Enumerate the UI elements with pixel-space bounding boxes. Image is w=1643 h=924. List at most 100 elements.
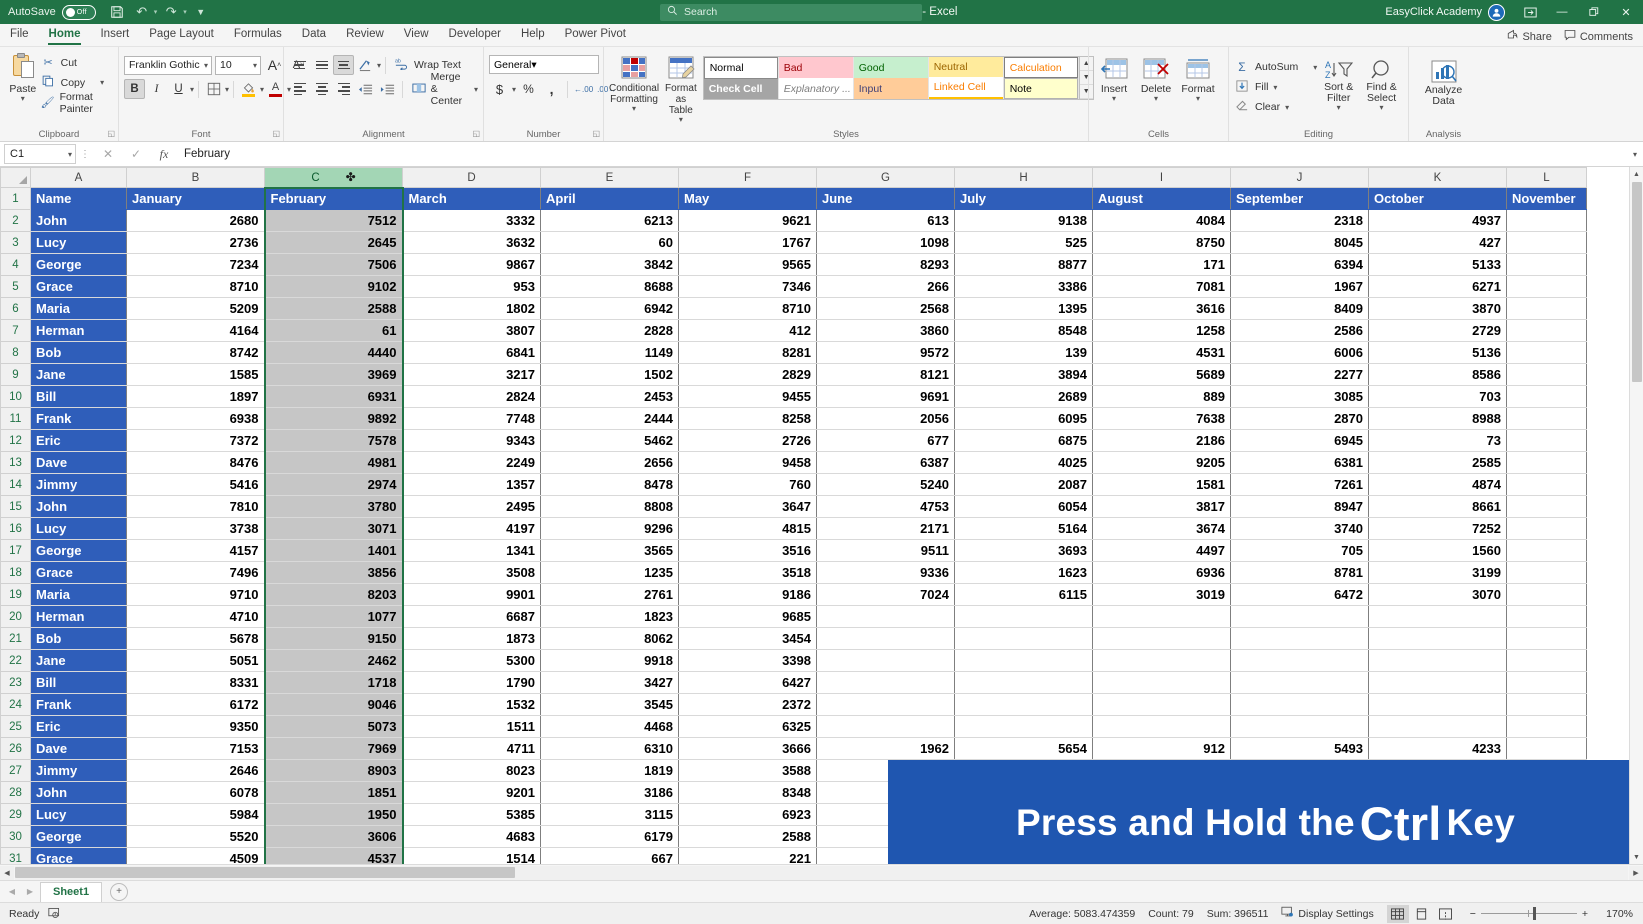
horizontal-scroll-thumb[interactable]: [15, 866, 515, 878]
cell-D8[interactable]: 6841: [402, 341, 541, 364]
cell-J16[interactable]: 3740: [1230, 517, 1369, 540]
increase-indent-button[interactable]: [377, 79, 398, 99]
cell-C9[interactable]: 3969: [263, 363, 404, 386]
cell-I26[interactable]: 912: [1092, 737, 1231, 760]
cell-A27[interactable]: Jimmy: [30, 759, 127, 782]
percent-button[interactable]: %: [518, 79, 539, 99]
cell-A3[interactable]: Lucy: [30, 231, 127, 254]
cell-C31[interactable]: 4537: [263, 847, 404, 864]
cell-D14[interactable]: 1357: [402, 473, 541, 496]
orientation-dropdown-icon[interactable]: ▾: [377, 61, 381, 69]
cell-I10[interactable]: 889: [1092, 385, 1231, 408]
font-name-combo[interactable]: Franklin Gothic Mc ▾: [124, 55, 212, 75]
cell-E8[interactable]: 1149: [540, 341, 679, 364]
copy-dropdown-icon[interactable]: ▾: [100, 79, 104, 87]
cell-L21[interactable]: [1506, 627, 1587, 650]
cell-L13[interactable]: [1506, 451, 1587, 474]
fill-color-dropdown-icon[interactable]: ▾: [260, 85, 264, 93]
autosave-toggle[interactable]: Off: [61, 4, 96, 20]
tab-insert[interactable]: Insert: [90, 23, 139, 46]
cell-C8[interactable]: 4440: [263, 341, 404, 364]
tab-developer[interactable]: Developer: [439, 23, 511, 46]
cell-J4[interactable]: 6394: [1230, 253, 1369, 276]
cell-C17[interactable]: 1401: [263, 539, 404, 562]
cell-L24[interactable]: [1506, 693, 1587, 716]
cell-I9[interactable]: 5689: [1092, 363, 1231, 386]
cell-A26[interactable]: Dave: [30, 737, 127, 760]
cell-K13[interactable]: 2585: [1368, 451, 1507, 474]
cell-A20[interactable]: Herman: [30, 605, 127, 628]
tab-file[interactable]: File: [0, 23, 39, 46]
vertical-scrollbar[interactable]: ▲ ▼: [1629, 167, 1643, 864]
cell-K24[interactable]: [1368, 693, 1507, 716]
cell-G11[interactable]: 2056: [816, 407, 955, 430]
page-break-preview-button[interactable]: [1435, 905, 1457, 923]
cell-B6[interactable]: 5209: [126, 297, 265, 320]
cell-C6[interactable]: 2588: [263, 297, 404, 320]
cell-D20[interactable]: 6687: [402, 605, 541, 628]
cell-A6[interactable]: Maria: [30, 297, 127, 320]
cell-C18[interactable]: 3856: [263, 561, 404, 584]
cell-H6[interactable]: 1395: [954, 297, 1093, 320]
zoom-in-button[interactable]: +: [1582, 908, 1588, 920]
cell-H4[interactable]: 8877: [954, 253, 1093, 276]
cell-J2[interactable]: 2318: [1230, 209, 1369, 232]
style-bad[interactable]: Bad: [778, 57, 853, 78]
column-header-K[interactable]: K: [1368, 167, 1507, 188]
cell-G6[interactable]: 2568: [816, 297, 955, 320]
cell-H15[interactable]: 6054: [954, 495, 1093, 518]
merge-center-dropdown-icon[interactable]: ▾: [474, 85, 478, 93]
cell-A7[interactable]: Herman: [30, 319, 127, 342]
cell-C11[interactable]: 9892: [263, 407, 404, 430]
cell-H17[interactable]: 3693: [954, 539, 1093, 562]
row-header-18[interactable]: 18: [0, 561, 31, 584]
style-good[interactable]: Good: [853, 57, 928, 78]
align-right-button[interactable]: [333, 79, 354, 99]
cell-D13[interactable]: 2249: [402, 451, 541, 474]
cell-G9[interactable]: 8121: [816, 363, 955, 386]
cell-B30[interactable]: 5520: [126, 825, 265, 848]
cell-K20[interactable]: [1368, 605, 1507, 628]
cell-H18[interactable]: 1623: [954, 561, 1093, 584]
cell-D23[interactable]: 1790: [402, 671, 541, 694]
currency-button[interactable]: $: [489, 79, 510, 99]
sort-filter-dropdown-icon[interactable]: ▾: [1337, 104, 1341, 112]
cell-K17[interactable]: 1560: [1368, 539, 1507, 562]
cell-L6[interactable]: [1506, 297, 1587, 320]
row-header-19[interactable]: 19: [0, 583, 31, 606]
format-as-table-dropdown-icon[interactable]: ▾: [679, 116, 683, 124]
font-size-combo[interactable]: 10 ▾: [215, 55, 261, 75]
align-middle-button[interactable]: [311, 55, 332, 75]
cell-H26[interactable]: 5654: [954, 737, 1093, 760]
cell-B25[interactable]: 9350: [126, 715, 265, 738]
cell-E2[interactable]: 6213: [540, 209, 679, 232]
cell-A23[interactable]: Bill: [30, 671, 127, 694]
cell-A15[interactable]: John: [30, 495, 127, 518]
cell-B7[interactable]: 4164: [126, 319, 265, 342]
cell-D2[interactable]: 3332: [402, 209, 541, 232]
undo-dropdown-icon[interactable]: ▾: [154, 8, 158, 16]
row-header-6[interactable]: 6: [0, 297, 31, 320]
cell-L23[interactable]: [1506, 671, 1587, 694]
cell-I1[interactable]: August: [1092, 187, 1231, 210]
cell-H10[interactable]: 2689: [954, 385, 1093, 408]
formula-bar-splitter[interactable]: ⋮: [76, 149, 94, 160]
cell-E31[interactable]: 667: [540, 847, 679, 864]
cell-K21[interactable]: [1368, 627, 1507, 650]
row-header-10[interactable]: 10: [0, 385, 31, 408]
cell-G4[interactable]: 8293: [816, 253, 955, 276]
tab-power-pivot[interactable]: Power Pivot: [555, 23, 636, 46]
cell-C22[interactable]: 2462: [263, 649, 404, 672]
cell-G10[interactable]: 9691: [816, 385, 955, 408]
previous-sheet-icon[interactable]: ◀: [4, 887, 20, 896]
accessibility-checker-icon[interactable]: [48, 906, 61, 922]
cell-L11[interactable]: [1506, 407, 1587, 430]
column-header-J[interactable]: J: [1230, 167, 1369, 188]
cell-K14[interactable]: 4874: [1368, 473, 1507, 496]
row-header-11[interactable]: 11: [0, 407, 31, 430]
cell-I13[interactable]: 9205: [1092, 451, 1231, 474]
format-cells-button[interactable]: Format ▾: [1178, 56, 1218, 103]
cell-E12[interactable]: 5462: [540, 429, 679, 452]
cell-D30[interactable]: 4683: [402, 825, 541, 848]
cell-A22[interactable]: Jane: [30, 649, 127, 672]
